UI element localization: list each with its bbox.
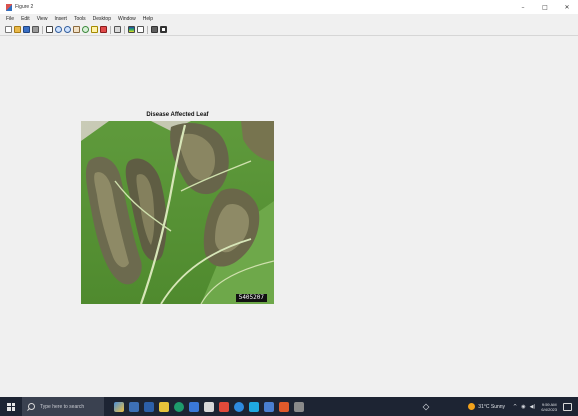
matlab-icon[interactable] <box>219 401 229 412</box>
link-plot-icon[interactable] <box>114 26 121 33</box>
data-cursor-icon[interactable] <box>91 26 98 33</box>
close-button[interactable]: ✕ <box>556 0 578 14</box>
matlab-figure-icon <box>6 3 12 11</box>
insert-colorbar-icon[interactable] <box>128 26 135 33</box>
windows-logo-icon <box>7 402 15 411</box>
menu-edit[interactable]: Edit <box>21 16 30 22</box>
axes-title: Disease Affected Leaf <box>146 112 209 118</box>
files-icon[interactable] <box>204 401 214 412</box>
image-id-label: 5405207 <box>235 294 267 302</box>
taskbar-search-box[interactable]: Type here to search <box>22 397 104 416</box>
menu-file[interactable]: File <box>6 16 14 22</box>
file-explorer-icon[interactable] <box>129 401 139 412</box>
file-folder-icon[interactable] <box>159 401 169 412</box>
taskbar: Type here to search 31°C Sunny ^ ◉ ◀) 9:… <box>0 397 578 416</box>
task-view-icon[interactable] <box>114 401 124 412</box>
clock[interactable]: 9:59 AM 6/4/2023 <box>541 402 557 412</box>
new-figure-icon[interactable] <box>5 26 12 33</box>
hide-plot-tools-icon[interactable] <box>151 26 158 33</box>
system-tray: 31°C Sunny ^ ◉ ◀) 9:59 AM 6/4/2023 <box>422 397 578 416</box>
menu-help[interactable]: Help <box>143 16 153 22</box>
rotate-3d-icon[interactable] <box>82 26 89 33</box>
insert-legend-icon[interactable] <box>137 26 144 33</box>
app-icon[interactable] <box>279 401 289 412</box>
menu-desktop[interactable]: Desktop <box>93 16 111 22</box>
toolbar-separator <box>147 25 148 34</box>
search-icon <box>28 403 35 410</box>
weather-sun-icon[interactable] <box>468 403 476 410</box>
start-button[interactable] <box>0 397 22 416</box>
toolbar-separator <box>124 25 125 34</box>
menu-insert[interactable]: Insert <box>54 16 67 22</box>
clock-date: 6/4/2023 <box>541 406 557 412</box>
menu-bar: File Edit View Insert Tools Desktop Wind… <box>0 14 578 24</box>
network-icon[interactable]: ◉ <box>521 404 525 410</box>
chrome-icon[interactable] <box>234 401 244 412</box>
media-player-icon[interactable] <box>264 401 274 412</box>
pinned-apps <box>114 401 309 412</box>
menu-tools[interactable]: Tools <box>74 16 86 22</box>
store-icon[interactable] <box>144 401 154 412</box>
figure-toolbar <box>0 24 578 36</box>
window-controls: – □ ✕ <box>512 0 578 14</box>
window-title-bar: Figure 2 – □ ✕ <box>0 0 578 14</box>
print-icon[interactable] <box>32 26 39 33</box>
save-icon[interactable] <box>23 26 30 33</box>
leaf-photo: 5405207 <box>81 121 274 304</box>
tray-overflow-icon[interactable] <box>422 403 430 410</box>
mail-icon[interactable] <box>249 401 259 412</box>
volume-icon[interactable]: ◀) <box>530 404 536 410</box>
zoom-in-icon[interactable] <box>55 26 62 33</box>
show-plot-tools-icon[interactable] <box>160 26 167 33</box>
maximize-button[interactable]: □ <box>534 0 556 14</box>
weather-text[interactable]: 31°C Sunny <box>478 404 505 410</box>
toolbar-separator <box>110 25 111 34</box>
minimize-button[interactable]: – <box>512 0 534 14</box>
pan-icon[interactable] <box>73 26 80 33</box>
toolbar-separator <box>42 25 43 34</box>
zoom-out-icon[interactable] <box>64 26 71 33</box>
menu-window[interactable]: Window <box>118 16 136 22</box>
chevron-up-icon[interactable]: ^ <box>513 404 517 410</box>
search-placeholder: Type here to search <box>40 403 85 410</box>
window-title: Figure 2 <box>15 4 34 10</box>
brush-icon[interactable] <box>100 26 107 33</box>
edge-icon[interactable] <box>174 401 184 412</box>
edit-plot-arrow-icon[interactable] <box>46 26 53 33</box>
open-file-icon[interactable] <box>14 26 21 33</box>
office-icon[interactable] <box>189 401 199 412</box>
notification-icon[interactable] <box>563 402 572 411</box>
menu-view[interactable]: View <box>37 16 48 22</box>
feather-icon[interactable] <box>294 401 304 412</box>
leaf-photo-illustration <box>81 121 274 304</box>
